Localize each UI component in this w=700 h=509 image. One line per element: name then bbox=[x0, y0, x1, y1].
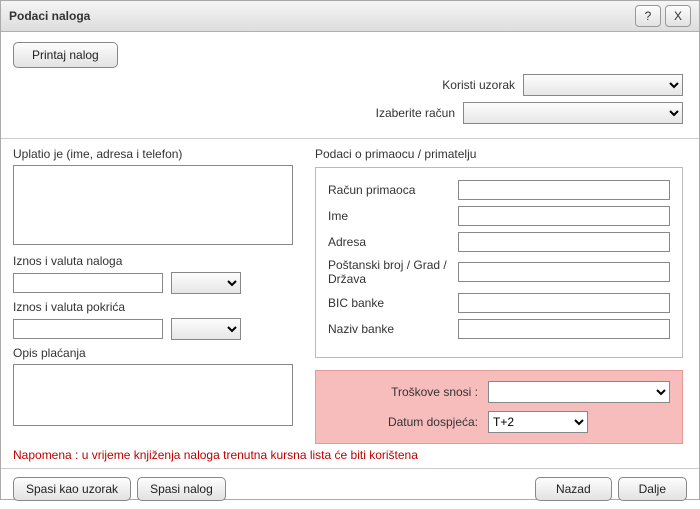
save-as-template-button[interactable]: Spasi kao uzorak bbox=[13, 477, 131, 501]
payer-label: Uplatio je (ime, adresa i telefon) bbox=[13, 147, 293, 161]
payment-desc-label: Opis plaćanja bbox=[13, 346, 293, 360]
recipient-bic-label: BIC banke bbox=[328, 296, 458, 310]
next-button[interactable]: Dalje bbox=[618, 477, 687, 501]
back-button[interactable]: Nazad bbox=[535, 477, 612, 501]
help-button[interactable]: ? bbox=[635, 5, 661, 27]
left-column: Uplatio je (ime, adresa i telefon) Iznos… bbox=[13, 147, 293, 444]
recipient-section-label: Podaci o primaocu / primatelju bbox=[315, 147, 683, 161]
recipient-address-label: Adresa bbox=[328, 235, 458, 249]
top-selects: Koristi uzorak Izaberite račun bbox=[1, 74, 699, 138]
amount-order-input[interactable] bbox=[13, 273, 163, 293]
note-text: Napomena : u vrijeme knjiženja naloga tr… bbox=[1, 444, 699, 468]
amount-order-currency-select[interactable] bbox=[171, 272, 241, 294]
cost-box: Troškove snosi : Datum dospjeća: T+2 bbox=[315, 370, 683, 444]
recipient-address-input[interactable] bbox=[458, 232, 670, 252]
payment-desc-textarea[interactable] bbox=[13, 364, 293, 426]
choose-account-label: Izaberite račun bbox=[376, 106, 455, 120]
recipient-postal-label: Poštanski broj / Grad / Država bbox=[328, 258, 458, 287]
right-column: Podaci o primaocu / primatelju Račun pri… bbox=[315, 147, 683, 444]
save-order-button[interactable]: Spasi nalog bbox=[137, 477, 226, 501]
amount-cover-label: Iznos i valuta pokrića bbox=[13, 300, 293, 314]
recipient-postal-input[interactable] bbox=[458, 262, 670, 282]
amount-cover-input[interactable] bbox=[13, 319, 163, 339]
toolbar: Printaj nalog bbox=[1, 32, 699, 74]
use-template-select[interactable] bbox=[523, 74, 683, 96]
print-order-button[interactable]: Printaj nalog bbox=[13, 42, 118, 68]
recipient-account-label: Račun primaoca bbox=[328, 183, 458, 197]
use-template-label: Koristi uzorak bbox=[442, 78, 515, 92]
recipient-bic-input[interactable] bbox=[458, 293, 670, 313]
titlebar: Podaci naloga ? X bbox=[1, 1, 699, 32]
payer-textarea[interactable] bbox=[13, 165, 293, 245]
due-date-select[interactable]: T+2 bbox=[488, 411, 588, 433]
recipient-name-input[interactable] bbox=[458, 206, 670, 226]
cost-who-select[interactable] bbox=[488, 381, 670, 403]
recipient-fieldset: Račun primaoca Ime Adresa Poštanski broj… bbox=[315, 167, 683, 358]
footer: Spasi kao uzorak Spasi nalog Nazad Dalje bbox=[1, 468, 699, 509]
cost-who-label: Troškove snosi : bbox=[328, 385, 478, 399]
amount-order-label: Iznos i valuta naloga bbox=[13, 254, 293, 268]
dialog-title: Podaci naloga bbox=[9, 9, 631, 23]
recipient-account-input[interactable] bbox=[458, 180, 670, 200]
dialog: Podaci naloga ? X Printaj nalog Koristi … bbox=[0, 0, 700, 500]
recipient-bank-input[interactable] bbox=[458, 319, 670, 339]
amount-cover-currency-select[interactable] bbox=[171, 318, 241, 340]
choose-account-select[interactable] bbox=[463, 102, 683, 124]
recipient-bank-label: Naziv banke bbox=[328, 322, 458, 336]
main-area: Uplatio je (ime, adresa i telefon) Iznos… bbox=[1, 139, 699, 444]
close-button[interactable]: X bbox=[665, 5, 691, 27]
recipient-name-label: Ime bbox=[328, 209, 458, 223]
due-date-label: Datum dospjeća: bbox=[328, 415, 478, 429]
